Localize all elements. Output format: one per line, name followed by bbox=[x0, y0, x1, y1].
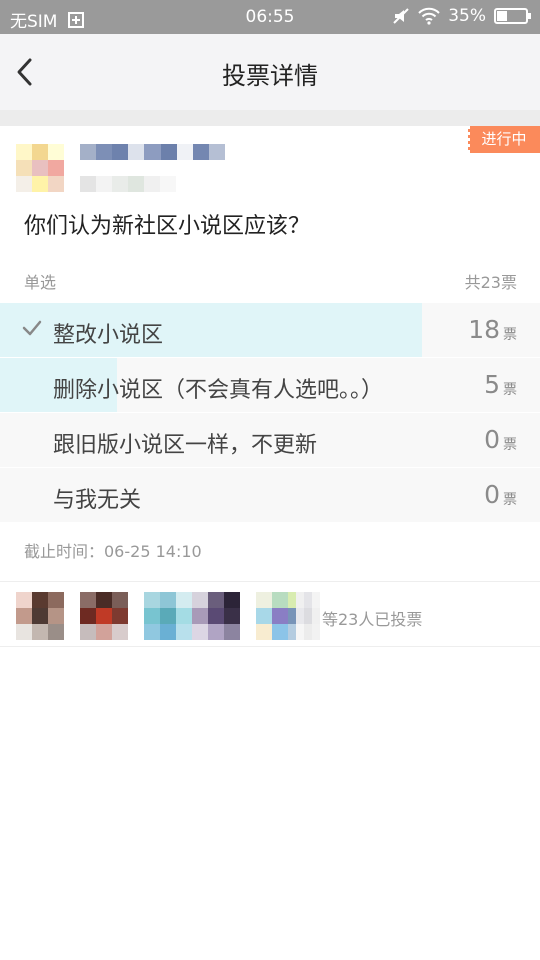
nav-bar: 投票详情 bbox=[0, 34, 540, 110]
deadline-text: 截止时间：06-25 14:10 bbox=[24, 542, 202, 561]
option-count: 5 bbox=[484, 370, 500, 399]
voter-avatar[interactable] bbox=[296, 592, 320, 640]
option-label: 跟旧版小说区一样，不更新 bbox=[53, 433, 318, 458]
status-badge: 进行中 bbox=[466, 126, 540, 153]
author-meta-blurred bbox=[80, 176, 176, 192]
option-unit: 票 bbox=[503, 327, 517, 343]
option-unit: 票 bbox=[503, 382, 517, 398]
option-label: 整改小说区 bbox=[53, 323, 164, 348]
wifi-icon bbox=[418, 7, 440, 25]
poll-option[interactable]: 删除小说区（不会真有人选吧。。） 5 票 bbox=[0, 358, 540, 413]
option-unit: 票 bbox=[503, 492, 517, 508]
voter-avatar[interactable] bbox=[144, 592, 192, 640]
avatar[interactable] bbox=[16, 144, 64, 192]
option-count: 18 bbox=[468, 315, 500, 344]
voter-avatar[interactable] bbox=[80, 592, 128, 640]
battery-icon bbox=[494, 8, 531, 24]
page-title: 投票详情 bbox=[222, 62, 318, 90]
option-count: 0 bbox=[484, 480, 500, 509]
mute-icon bbox=[393, 8, 409, 24]
option-label: 删除小说区（不会真有人选吧。。） bbox=[53, 378, 384, 403]
voter-avatar[interactable] bbox=[16, 592, 64, 640]
option-count: 0 bbox=[484, 425, 500, 454]
section-divider bbox=[0, 110, 540, 126]
option-label: 与我无关 bbox=[53, 488, 142, 513]
poll-card: 进行中 你们认为新社区小说区应该？ 单选 共23票 整改小说区 18 票 删除小… bbox=[0, 126, 540, 581]
poll-options: 整改小说区 18 票 删除小说区（不会真有人选吧。。） 5 票 跟旧版小说区一样… bbox=[0, 303, 540, 523]
vote-type-label: 单选 bbox=[24, 273, 57, 292]
check-icon bbox=[22, 320, 42, 336]
voter-avatar[interactable] bbox=[192, 592, 240, 640]
author-name-blurred bbox=[80, 144, 225, 160]
battery-fill bbox=[497, 11, 507, 21]
poll-option[interactable]: 整改小说区 18 票 bbox=[0, 303, 540, 358]
voters-count-text: 等23人已投票 bbox=[322, 610, 423, 629]
option-unit: 票 bbox=[503, 437, 517, 453]
vote-total-label: 共23票 bbox=[464, 273, 517, 292]
poll-question: 你们认为新社区小说区应该？ bbox=[24, 214, 311, 239]
poll-option[interactable]: 跟旧版小说区一样，不更新 0 票 bbox=[0, 413, 540, 468]
poll-option[interactable]: 与我无关 0 票 bbox=[0, 468, 540, 523]
voters-row[interactable]: 等23人已投票 bbox=[0, 581, 540, 647]
battery-percent: 35% bbox=[448, 6, 486, 26]
status-bar: 无SIM 06:55 35% bbox=[0, 0, 540, 34]
